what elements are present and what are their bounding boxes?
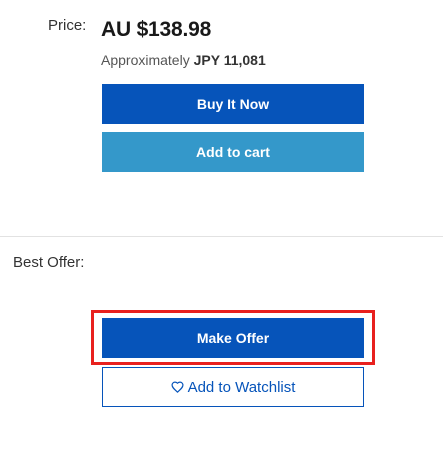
section-divider <box>0 236 443 237</box>
approximate-value: JPY 11,081 <box>193 52 266 68</box>
purchase-panel: Price: AU $138.98 Approximately JPY 11,0… <box>0 0 443 471</box>
buy-it-now-label: Buy It Now <box>196 96 270 112</box>
add-to-watchlist-label: Add to Watchlist <box>187 378 296 396</box>
add-to-cart-label: Add to cart <box>196 144 270 160</box>
approximate-price: Approximately JPY 11,081 <box>101 52 266 68</box>
add-to-cart-button[interactable]: Add to cart <box>102 132 364 172</box>
price-label: Price: <box>48 17 87 34</box>
best-offer-label: Best Offer: <box>13 254 85 271</box>
make-offer-label: Make Offer <box>196 330 270 346</box>
heart-icon <box>171 381 184 393</box>
make-offer-button[interactable]: Make Offer <box>102 318 364 358</box>
buy-it-now-button[interactable]: Buy It Now <box>102 84 364 124</box>
add-to-watchlist-button[interactable]: Add to Watchlist <box>102 367 364 407</box>
price-amount: AU $138.98 <box>101 18 212 41</box>
approximate-prefix: Approximately <box>101 52 190 68</box>
